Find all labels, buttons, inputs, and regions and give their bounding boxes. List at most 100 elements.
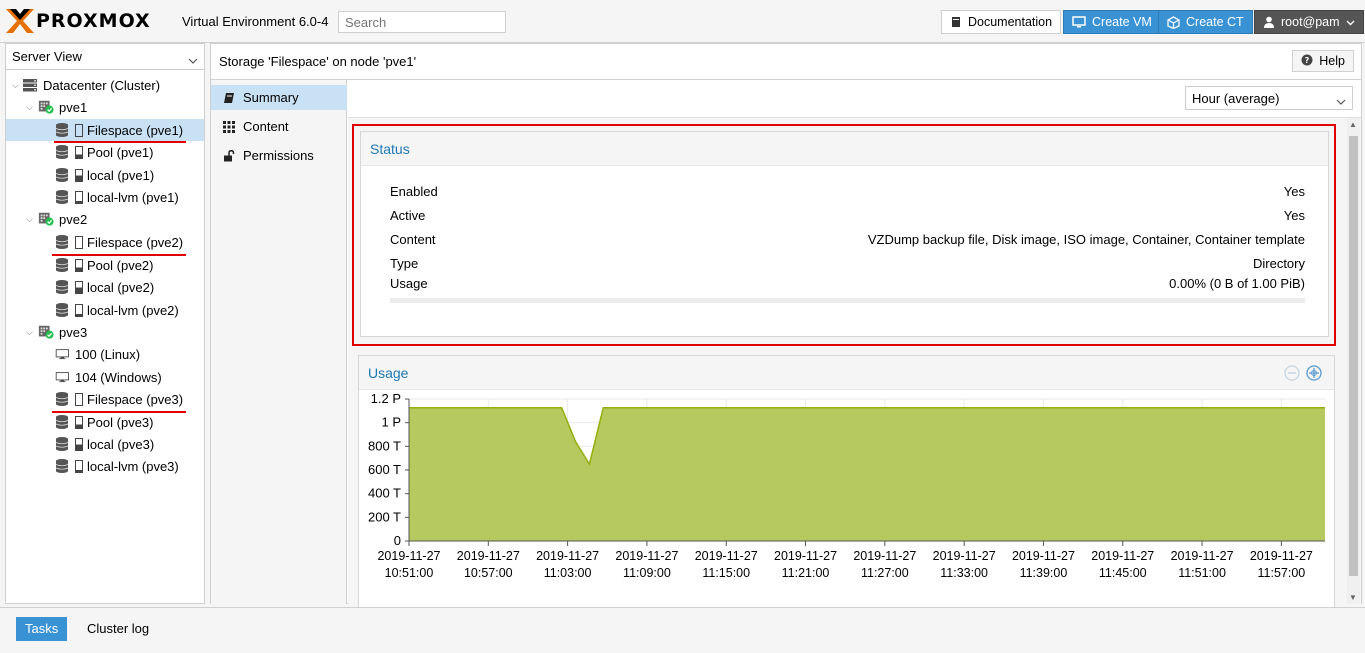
tree-node-filespace-pve2[interactable]: Filespace (pve2) [54, 231, 183, 253]
tree-node-local-pve1[interactable]: local (pve1) [54, 164, 154, 186]
tree-node-pve1[interactable]: pve1 [38, 96, 87, 118]
status-value: VZDump backup file, Disk image, ISO imag… [867, 232, 1305, 247]
storage-icon [54, 279, 70, 295]
x-tick-time: 11:45:00 [1099, 566, 1147, 580]
x-tick-time: 11:57:00 [1258, 566, 1306, 580]
scroll-down-icon[interactable]: ▼ [1349, 593, 1357, 602]
x-tick-time: 11:21:00 [782, 566, 830, 580]
tab-cluster-log[interactable]: Cluster log [78, 617, 158, 641]
tree-node-vm-100[interactable]: 100 (Linux) [54, 343, 140, 365]
tree-node-local-lvm-pve3[interactable]: local-lvm (pve3) [54, 455, 179, 477]
x-tick-time: 11:09:00 [623, 566, 671, 580]
x-tick-time: 11:27:00 [861, 566, 909, 580]
nav-permissions[interactable]: Permissions [211, 143, 347, 168]
tree-node-pool-pve2[interactable]: Pool (pve2) [54, 254, 153, 276]
collapse-toggle-icon[interactable]: ⌵ [26, 102, 33, 113]
storage-status-icon [75, 235, 83, 249]
create-ct-label: Create CT [1186, 15, 1244, 29]
nav-content[interactable]: Content [211, 114, 347, 139]
tree-node-local-lvm-pve2[interactable]: local-lvm (pve2) [54, 299, 179, 321]
nav-label: Summary [243, 90, 299, 105]
y-tick-label: 1.2 P [371, 391, 401, 406]
status-panel: Status Enabled Yes Active Yes Content VZ… [360, 131, 1329, 337]
nav-label: Permissions [243, 148, 314, 163]
datacenter-icon [22, 77, 38, 93]
scrollbar-thumb[interactable] [1349, 136, 1358, 576]
x-tick-time: 11:51:00 [1178, 566, 1226, 580]
vm-monitor-icon [54, 369, 70, 385]
tree-node-pve3[interactable]: pve3 [38, 321, 87, 343]
x-tick-time: 10:57:00 [464, 566, 513, 580]
vm-monitor-icon [54, 346, 70, 362]
cube-icon [1167, 15, 1180, 29]
proxmox-x-icon [6, 9, 34, 33]
y-tick-label: 800 T [368, 438, 401, 453]
tree-node-label: pve3 [59, 324, 88, 340]
tree-node-filespace-pve1[interactable]: Filespace (pve1) [6, 119, 204, 141]
x-tick-date: 2019-11-27 [774, 549, 837, 563]
book-icon [950, 16, 962, 28]
x-tick-date: 2019-11-27 [1091, 549, 1154, 563]
tree-node-local-lvm-pve1[interactable]: local-lvm (pve1) [54, 186, 179, 208]
status-row-type: Type Directory [390, 256, 1305, 271]
storage-status-icon [75, 258, 83, 272]
tree-node-label: pve1 [59, 99, 88, 115]
usage-chart-svg: 0 200 T 400 T 600 T 800 T 1 P 1.2 P 2019-11-27 1… [368, 391, 1325, 580]
documentation-button[interactable]: Documentation [941, 10, 1062, 34]
create-ct-button[interactable]: Create CT [1158, 10, 1253, 34]
timeframe-selector[interactable]: Hour (average) [1185, 86, 1353, 110]
zoom-reset-icon[interactable] [1284, 365, 1300, 384]
tree-node-vm-104[interactable]: 104 (Windows) [54, 366, 162, 388]
view-selector[interactable]: Server View [6, 44, 204, 70]
collapse-toggle-icon[interactable]: ⌵ [26, 214, 33, 225]
status-row-enabled: Enabled Yes [390, 184, 1305, 199]
collapse-toggle-icon[interactable]: ⌵ [12, 80, 19, 91]
status-key: Usage [390, 276, 428, 291]
storage-icon [54, 391, 70, 407]
storage-status-icon [75, 123, 83, 137]
page-title: Storage 'Filespace' on node 'pve1' [219, 54, 417, 69]
storage-status-icon [75, 145, 83, 159]
nav-summary[interactable]: Summary [211, 85, 347, 110]
user-menu-button[interactable]: root@pam [1254, 10, 1364, 34]
top-bar: PROXMOX Virtual Environment 6.0-4 Docume… [0, 0, 1365, 43]
collapse-toggle-icon[interactable]: ⌵ [26, 327, 33, 338]
search-input[interactable] [338, 11, 506, 33]
x-tick-date: 2019-11-27 [695, 549, 758, 563]
tree-node-label: Filespace (pve1) [87, 122, 184, 138]
storage-icon [54, 189, 70, 205]
tree-node-label: Pool (pve2) [87, 257, 154, 273]
tree-node-label: pve2 [59, 211, 88, 227]
book-icon [221, 92, 237, 104]
tree-node-local-pve2[interactable]: local (pve2) [54, 276, 154, 298]
chevron-down-icon [1336, 93, 1346, 108]
summary-content: Hour (average) Status Enabled Yes Active… [348, 80, 1361, 615]
unlock-icon [221, 149, 237, 162]
bottom-panel: Tasks Cluster log [0, 607, 1365, 653]
usage-chart-panel: Usage 0 200 T 400 T 600 T 800 T 1 P 1.2 P 2019-… [358, 355, 1335, 615]
tree-node-pool-pve1[interactable]: Pool (pve1) [54, 141, 153, 163]
product-version: Virtual Environment 6.0-4 [182, 14, 329, 29]
user-icon [1263, 16, 1275, 28]
help-button[interactable]: ? Help [1292, 50, 1354, 72]
tree-node-pool-pve3[interactable]: Pool (pve3) [54, 411, 153, 433]
vertical-scrollbar[interactable]: ▲ ▼ [1347, 118, 1360, 604]
scroll-up-icon[interactable]: ▲ [1349, 120, 1357, 129]
storage-icon [54, 122, 70, 138]
storage-status-icon [75, 459, 83, 473]
tab-tasks[interactable]: Tasks [16, 617, 68, 641]
status-panel-title: Status [361, 132, 1328, 166]
tree-node-pve2[interactable]: pve2 [38, 208, 87, 230]
create-vm-button[interactable]: Create VM [1063, 10, 1161, 34]
tree-node-local-pve3[interactable]: local (pve3) [54, 433, 154, 455]
tree-node-filespace-pve3[interactable]: Filespace (pve3) [54, 388, 183, 410]
storage-status-icon [75, 437, 83, 451]
storage-icon [54, 458, 70, 474]
zoom-in-icon[interactable] [1306, 365, 1322, 384]
tree-node-datacenter[interactable]: Datacenter (Cluster) [22, 74, 160, 96]
view-selector-value: Server View [12, 49, 82, 64]
storage-icon [54, 144, 70, 160]
status-value: Yes [1283, 184, 1305, 199]
node-online-icon [38, 324, 54, 340]
status-row-usage: Usage 0.00% (0 B of 1.00 PiB) [390, 276, 1305, 291]
